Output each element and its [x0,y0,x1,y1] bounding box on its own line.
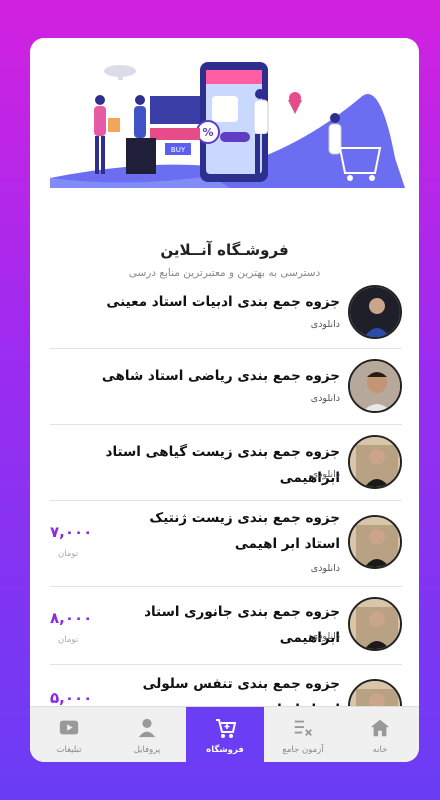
store-subtitle: دسترسی به بهترین و معتبرترین منابع درسی [128,267,321,279]
product-avatar [348,597,402,651]
product-title: جزوه جمع بندی زیست گیاهی استاد ابراهیمی [105,444,340,486]
hero-percent-badge: % [202,126,213,139]
product-price: ۵,۰۰۰ [50,689,93,707]
product-avatar [348,285,402,339]
store-hero-illustration: % BUY [50,62,405,188]
checklist-icon [294,720,312,736]
product-row-1[interactable]: جزوه جمع بندی ادبیات استاد معینی دانلودی [50,283,402,349]
nav-profile[interactable]: پروفایل [108,707,186,762]
product-title: جزوه جمع بندی ادبیات استاد معینی [106,294,340,310]
product-price: ۷,۰۰۰ [50,523,93,541]
nav-store[interactable]: فروشگاه [186,707,264,762]
product-price: ۸,۰۰۰ [50,609,93,627]
product-title: جزوه جمع بندی ریاضی استاد شاهی [101,368,340,384]
nav-exam[interactable]: آزمون جامع [264,707,342,762]
product-row-3[interactable]: جزوه جمع بندی زیست گیاهی استاد ابراهیمی … [50,425,402,501]
user-icon [138,718,156,738]
cart-icon [216,719,237,738]
product-title: جزوه جمع بندی زیست ژنتیک استاد ابر اهیمی [149,510,340,552]
home-icon [370,719,390,737]
download-label: دانلودی [310,631,340,642]
nav-exam-label: آزمون جامع [282,745,324,755]
nav-home[interactable]: خانه [341,707,419,762]
product-row-4[interactable]: جزوه جمع بندی زیست ژنتیک استاد ابر اهیمی… [50,501,402,587]
download-label: دانلودی [310,393,340,404]
bottom-navigation: تبلیغات پروفایل فروشگاه آزمون جامع خانه [30,706,419,762]
product-list-rows: جزوه جمع بندی ادبیات استاد معینی دانلودی… [30,283,419,733]
product-title: جزوه جمع بندی جانوری استاد ابراهیمی [144,604,340,646]
price-currency: تومان [58,635,79,645]
video-icon [59,720,79,735]
product-avatar [348,359,402,413]
hero-buy-sign: BUY [171,146,186,154]
product-row-5[interactable]: جزوه جمع بندی جانوری استاد ابراهیمی دانل… [50,587,402,665]
price-currency: تومان [58,549,79,559]
product-row-2[interactable]: جزوه جمع بندی ریاضی استاد شاهی دانلودی [50,349,402,425]
nav-ads[interactable]: تبلیغات [30,707,108,762]
product-avatar [348,515,402,569]
download-label: دانلودی [310,469,340,480]
nav-profile-label: پروفایل [133,745,161,755]
nav-ads-label: تبلیغات [56,745,82,755]
nav-home-label: خانه [372,745,388,755]
download-label: دانلودی [310,319,340,330]
app-screen: % BUY فروشـگاه آنــلاین دسترسی به بهترین… [30,38,419,762]
product-avatar [348,435,402,489]
nav-store-label: فروشگاه [206,745,244,755]
download-label: دانلودی [310,563,340,574]
store-title: فروشـگاه آنــلاین [160,241,289,259]
